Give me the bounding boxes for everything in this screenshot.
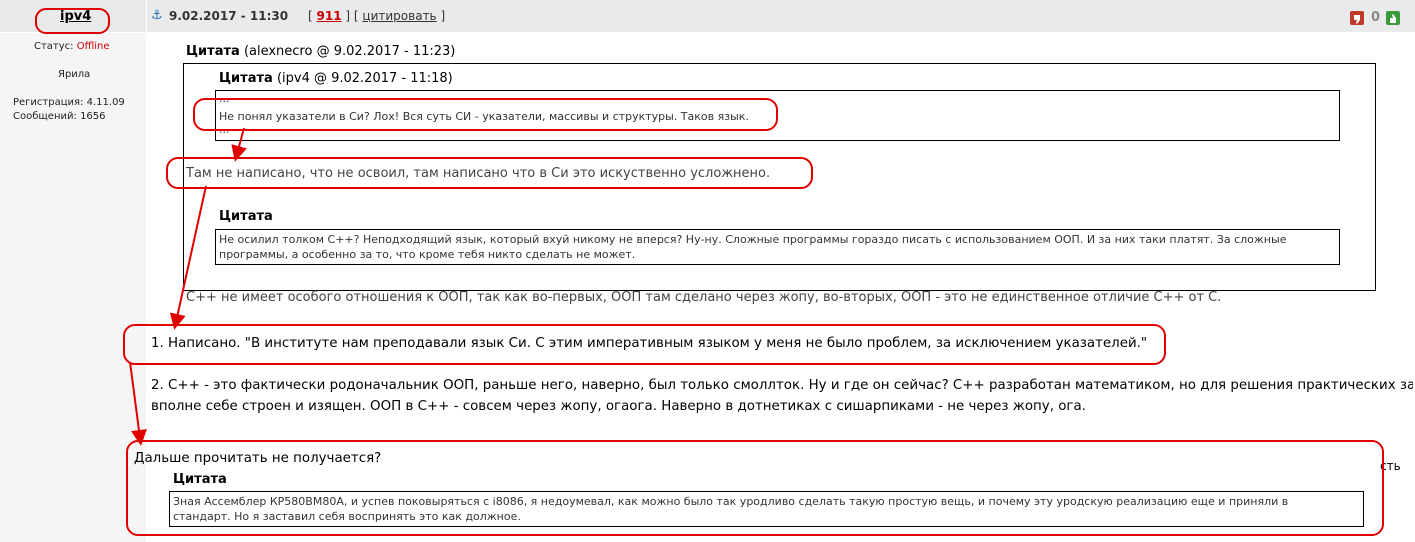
arrow-quote1-to-reply1 [231,127,247,162]
arrow-point1-to-further [129,361,147,446]
annotation-arrows [129,127,247,446]
arrow-reply1-to-point1 [169,185,207,330]
